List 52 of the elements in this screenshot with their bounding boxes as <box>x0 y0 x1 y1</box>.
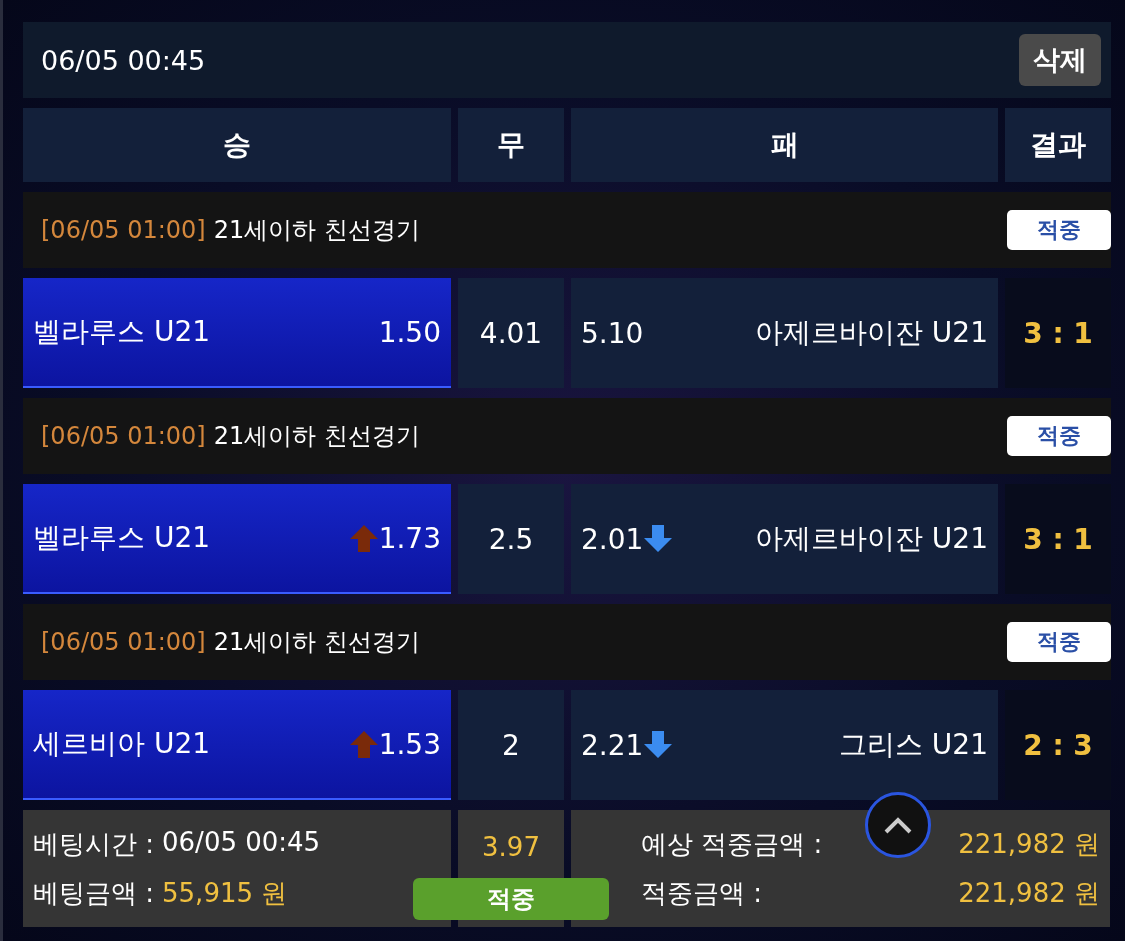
league-name: 21세이하 친선경기 <box>213 628 420 656</box>
team-name: 그리스 U21 <box>838 727 988 763</box>
team-name: 세르비아 U21 <box>33 726 211 762</box>
team-name: 아제르바이잔 U21 <box>754 521 988 557</box>
result-badge: 적중 <box>1007 210 1111 250</box>
odds-value: 4.01 <box>479 316 543 350</box>
league-name: 21세이하 친선경기 <box>213 216 420 244</box>
bet-datetime: 06/05 00:45 <box>41 44 206 76</box>
odds-value: 2.21 <box>581 728 644 762</box>
bet-result-badge: 적중 <box>413 878 609 920</box>
away-odds-cell[interactable]: 2.01 아제르바이잔 U21 <box>571 484 998 594</box>
match-score: 3 : 1 <box>1005 484 1111 594</box>
column-header: 결과 <box>1005 108 1111 182</box>
team-name: 아제르바이잔 U21 <box>754 315 988 351</box>
odds-value: 2.5 <box>488 522 534 556</box>
team-name: 벨라루스 U21 <box>33 520 211 556</box>
match-score: 3 : 1 <box>1005 278 1111 388</box>
odds-value: 1.53 <box>378 727 441 761</box>
odds-value: 2.01 <box>581 522 644 556</box>
home-odds-cell[interactable]: 세르비아 U21 1.53 <box>23 690 451 800</box>
draw-odds-cell[interactable]: 4.01 <box>458 278 564 388</box>
bet-amount-value: 55,915 원 <box>162 876 288 910</box>
odds-value: 1.50 <box>378 315 441 349</box>
column-header: 패 <box>571 108 998 182</box>
league-name: 21세이하 친선경기 <box>213 422 420 450</box>
bet-time-label: 베팅시간 : <box>33 827 155 861</box>
payout-label: 적중금액 : <box>641 876 763 910</box>
odds-value: 2 <box>502 728 520 762</box>
game-time: [06/05 01:00] <box>41 422 206 450</box>
draw-odds-cell[interactable]: 2.5 <box>458 484 564 594</box>
home-odds-cell[interactable]: 벨라루스 U21 1.73 <box>23 484 451 594</box>
bet-time-value: 06/05 00:45 <box>162 826 321 859</box>
odds-value: 1.73 <box>378 521 441 555</box>
odds-value: 5.10 <box>581 316 644 350</box>
game-time: [06/05 01:00] <box>41 216 206 244</box>
match-score: 2 : 3 <box>1005 690 1111 800</box>
game-time: [06/05 01:00] <box>41 628 206 656</box>
result-badge: 적중 <box>1007 622 1111 662</box>
payout-value: 221,982 원 <box>958 876 1100 910</box>
away-odds-cell[interactable]: 5.10 아제르바이잔 U21 <box>571 278 998 388</box>
expected-payout-value: 221,982 원 <box>958 827 1100 861</box>
away-odds-cell[interactable]: 2.21 그리스 U21 <box>571 690 998 800</box>
result-badge: 적중 <box>1007 416 1111 456</box>
bet-amount-label: 베팅금액 : <box>33 876 155 910</box>
column-header: 승 <box>23 108 451 182</box>
draw-odds-cell[interactable]: 2 <box>458 690 564 800</box>
expected-payout-label: 예상 적중금액 : <box>641 827 823 861</box>
team-name: 벨라루스 U21 <box>33 314 211 350</box>
home-odds-cell[interactable]: 벨라루스 U21 1.50 <box>23 278 451 388</box>
delete-button[interactable]: 삭제 <box>1019 34 1101 86</box>
chevron-up-icon <box>883 816 913 834</box>
column-header: 무 <box>458 108 564 182</box>
